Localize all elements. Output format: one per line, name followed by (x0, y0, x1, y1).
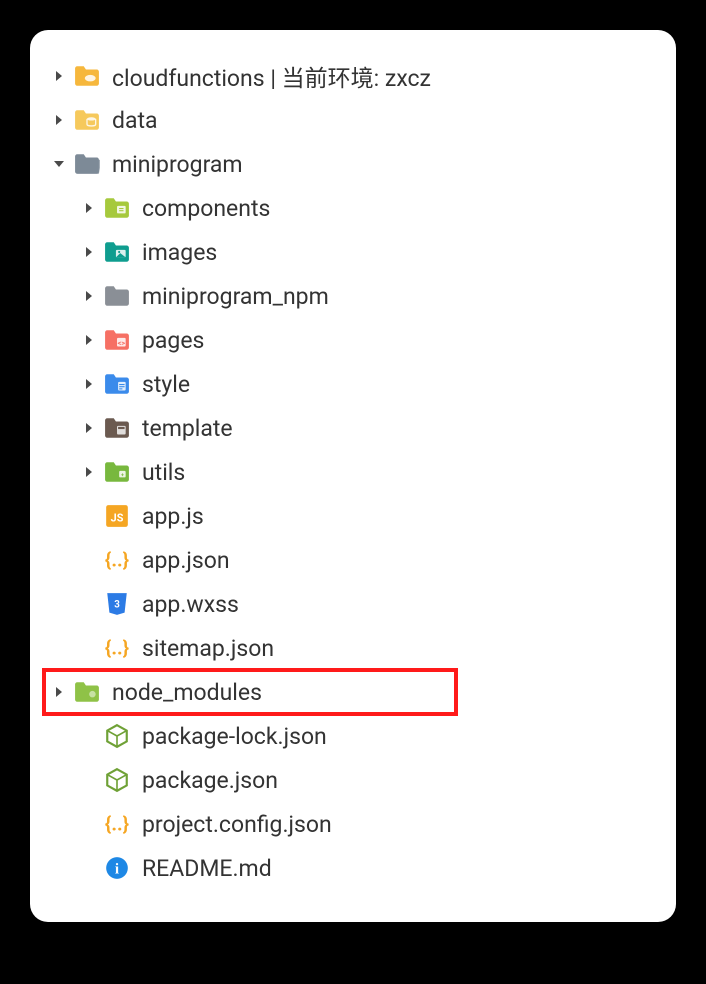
tree-item-cloudfunctions[interactable]: cloudfunctions | 当前环境: zxcz (48, 54, 658, 98)
file-css-icon: 3 (104, 591, 130, 617)
tree-arrow-icon[interactable] (82, 465, 96, 479)
tree-item-readme[interactable]: i README.md (48, 846, 658, 890)
tree-arrow-icon[interactable] (52, 113, 66, 127)
svg-text:i: i (115, 860, 119, 877)
tree-item-package_json[interactable]: package.json (48, 758, 658, 802)
tree-item-label: miniprogram (112, 151, 243, 178)
folder-tpl-icon (104, 415, 130, 441)
file-js-icon: JS (104, 503, 130, 529)
tree-item-node_modules[interactable]: node_modules (48, 670, 658, 714)
tree-item-app_js[interactable]: JS app.js (48, 494, 658, 538)
tree-arrow-icon[interactable] (82, 201, 96, 215)
tree-item-miniprogram[interactable]: miniprogram (48, 142, 658, 186)
tree-arrow-icon[interactable] (82, 421, 96, 435)
tree-arrow-icon[interactable] (82, 245, 96, 259)
folder-pages-icon: <> (104, 327, 130, 353)
folder-db-icon (74, 107, 100, 133)
file-node-icon (104, 767, 130, 793)
tree-item-app_wxss[interactable]: 3 app.wxss (48, 582, 658, 626)
tree-item-package_lock[interactable]: package-lock.json (48, 714, 658, 758)
tree-item-label: pages (142, 327, 204, 354)
folder-utils-icon: + (104, 459, 130, 485)
tree-item-label: package-lock.json (142, 723, 327, 750)
tree-item-style[interactable]: style (48, 362, 658, 406)
tree-item-template[interactable]: template (48, 406, 658, 450)
folder-style-icon (104, 371, 130, 397)
tree-item-project_config[interactable]: {..} project.config.json (48, 802, 658, 846)
svg-text:{..}: {..} (105, 637, 129, 660)
file-json-icon: {..} (104, 635, 130, 661)
svg-text:3: 3 (114, 599, 120, 610)
tree-item-label: app.js (142, 503, 204, 530)
tree-item-images[interactable]: images (48, 230, 658, 274)
file-tree-panel: cloudfunctions | 当前环境: zxcz data minipro… (30, 30, 676, 922)
file-node-icon (104, 723, 130, 749)
folder-comp-icon (104, 195, 130, 221)
svg-text:{..}: {..} (105, 549, 129, 572)
folder-node-icon (74, 679, 100, 705)
svg-text:+: + (121, 472, 124, 478)
tree-item-label: template (142, 415, 233, 442)
file-info-icon: i (104, 855, 130, 881)
tree-item-label: README.md (142, 855, 272, 882)
tree-item-label: package.json (142, 767, 278, 794)
tree-arrow-icon[interactable] (52, 685, 66, 699)
tree-item-label: miniprogram_npm (142, 283, 329, 310)
tree-item-label: project.config.json (142, 811, 332, 838)
tree-item-label: style (142, 371, 190, 398)
tree-item-utils[interactable]: + utils (48, 450, 658, 494)
tree-item-sitemap_json[interactable]: {..} sitemap.json (48, 626, 658, 670)
tree-item-label: components (142, 195, 270, 222)
tree-arrow-icon[interactable] (82, 377, 96, 391)
tree-item-label: cloudfunctions | 当前环境: zxcz (112, 59, 431, 93)
tree-container: cloudfunctions | 当前环境: zxcz data minipro… (48, 54, 658, 890)
svg-text:<>: <> (117, 338, 125, 347)
file-json-icon: {..} (104, 547, 130, 573)
svg-text:JS: JS (111, 511, 124, 524)
tree-item-components[interactable]: components (48, 186, 658, 230)
folder-icon (104, 283, 130, 309)
folder-cloud-icon (74, 63, 100, 89)
tree-arrow-icon[interactable] (82, 333, 96, 347)
folder-open-icon (74, 151, 100, 177)
tree-item-app_json[interactable]: {..} app.json (48, 538, 658, 582)
tree-item-label: app.json (142, 547, 230, 574)
tree-arrow-icon[interactable] (52, 157, 66, 171)
folder-img-icon (104, 239, 130, 265)
file-json-icon: {..} (104, 811, 130, 837)
tree-item-label: data (112, 107, 158, 134)
tree-item-miniprogram_npm[interactable]: miniprogram_npm (48, 274, 658, 318)
tree-item-label: utils (142, 459, 185, 486)
tree-item-label: app.wxss (142, 591, 239, 618)
tree-item-label: sitemap.json (142, 635, 274, 662)
tree-item-pages[interactable]: <> pages (48, 318, 658, 362)
tree-arrow-icon[interactable] (52, 69, 66, 83)
tree-item-label: images (142, 239, 217, 266)
tree-item-data[interactable]: data (48, 98, 658, 142)
tree-item-label: node_modules (112, 679, 262, 706)
svg-text:{..}: {..} (105, 813, 129, 836)
tree-arrow-icon[interactable] (82, 289, 96, 303)
